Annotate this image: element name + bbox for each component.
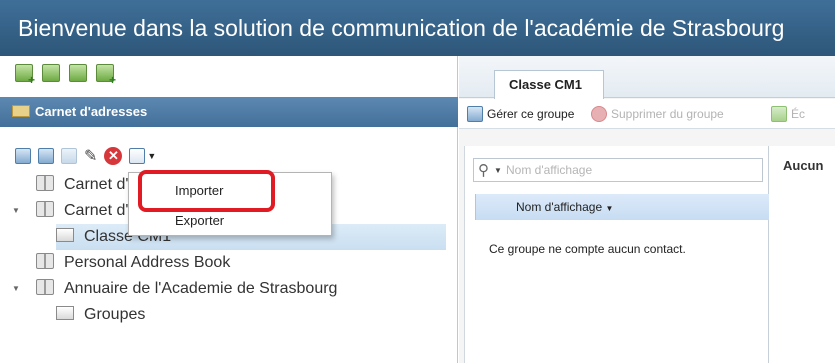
manage-group-button[interactable]: Gérer ce groupe: [467, 99, 575, 128]
search-input[interactable]: ⚲ ▼ Nom d'affichage: [473, 158, 763, 182]
sort-arrow-icon: ▼: [605, 204, 614, 213]
book-icon: [36, 253, 54, 269]
details-pane: Aucun: [769, 146, 835, 363]
add-contact-disabled-icon[interactable]: [61, 148, 77, 164]
top-toolbar: [15, 64, 116, 90]
write-label: Éc: [791, 107, 806, 121]
search-options-icon[interactable]: ▼: [494, 160, 502, 182]
group-icon: [56, 228, 74, 242]
address-book-toolbar: ✎ ✕ ▼: [15, 145, 156, 167]
manage-group-icon: [467, 106, 483, 122]
column-header-label: Nom d'affichage: [516, 200, 603, 214]
contact-list-pane: ⚲ ▼ Nom d'affichage Nom d'affichage ▼ Ce…: [464, 146, 769, 363]
add-contact-icon[interactable]: [15, 64, 35, 87]
write-icon: [771, 106, 787, 122]
tab-classe-cm1[interactable]: Classe CM1: [494, 70, 604, 99]
tree-item-annuaire[interactable]: ▼ Annuaire de l'Academie de Strasbourg: [12, 276, 444, 302]
address-book-header-label: Carnet d'adresses: [35, 104, 148, 119]
import-export-menu-button[interactable]: ▼: [129, 148, 156, 164]
import-export-menu-icon: [129, 148, 146, 164]
edit-pencil-icon[interactable]: ✎: [84, 146, 97, 166]
tree-item-personal-address-book[interactable]: Personal Address Book: [24, 250, 444, 276]
tree-item-label: Personal Address Book: [64, 254, 231, 271]
write-button[interactable]: Éc: [771, 99, 806, 128]
group-icon: [56, 306, 74, 320]
dropdown-arrow-icon: ▼: [147, 151, 157, 161]
column-header-display-name[interactable]: Nom d'affichage ▼: [475, 194, 769, 220]
manage-group-label: Gérer ce groupe: [487, 107, 575, 121]
add-contact-alt-icon[interactable]: [38, 148, 54, 164]
book-icon: [36, 175, 54, 191]
tree-item-label: Carnet d'a: [64, 176, 138, 193]
book-icon: [36, 279, 54, 295]
expander-down-icon[interactable]: ▼: [12, 276, 36, 302]
empty-group-message: Ce groupe ne compte aucun contact.: [489, 242, 686, 256]
address-book-header: Carnet d'adresses: [0, 97, 458, 127]
import-contact-icon[interactable]: [96, 64, 116, 87]
tree-item-groupes[interactable]: Groupes: [56, 302, 446, 328]
search-placeholder: Nom d'affichage: [506, 163, 593, 177]
right-pane: Classe CM1 Gérer ce groupe Supprimer du …: [459, 56, 835, 363]
book-icon: [12, 105, 30, 117]
expander-down-icon[interactable]: ▼: [12, 198, 36, 224]
details-text: Aucun: [783, 158, 824, 173]
add-group-icon[interactable]: [42, 64, 60, 82]
tree-item-label: Annuaire de l'Academie de Strasbourg: [64, 280, 338, 297]
window-title: Bienvenue dans la solution de communicat…: [0, 0, 835, 56]
search-icon[interactable]: ⚲: [478, 160, 489, 182]
remove-icon: [591, 106, 607, 122]
tab-strip: Classe CM1: [459, 56, 835, 99]
tree-item-label: Groupes: [84, 306, 146, 323]
book-icon: [36, 201, 54, 217]
move-contact-icon[interactable]: [69, 64, 87, 82]
add-contact-icon[interactable]: [15, 148, 31, 164]
remove-from-group-label: Supprimer du groupe: [611, 107, 724, 121]
group-toolbar: Gérer ce groupe Supprimer du groupe Éc: [459, 99, 835, 129]
remove-from-group-button[interactable]: Supprimer du groupe: [591, 99, 724, 128]
highlight-frame: [138, 170, 275, 212]
delete-icon[interactable]: ✕: [104, 147, 123, 165]
